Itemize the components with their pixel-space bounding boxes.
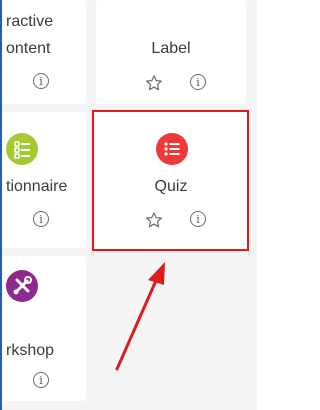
arrow-annotation: [115, 262, 165, 371]
